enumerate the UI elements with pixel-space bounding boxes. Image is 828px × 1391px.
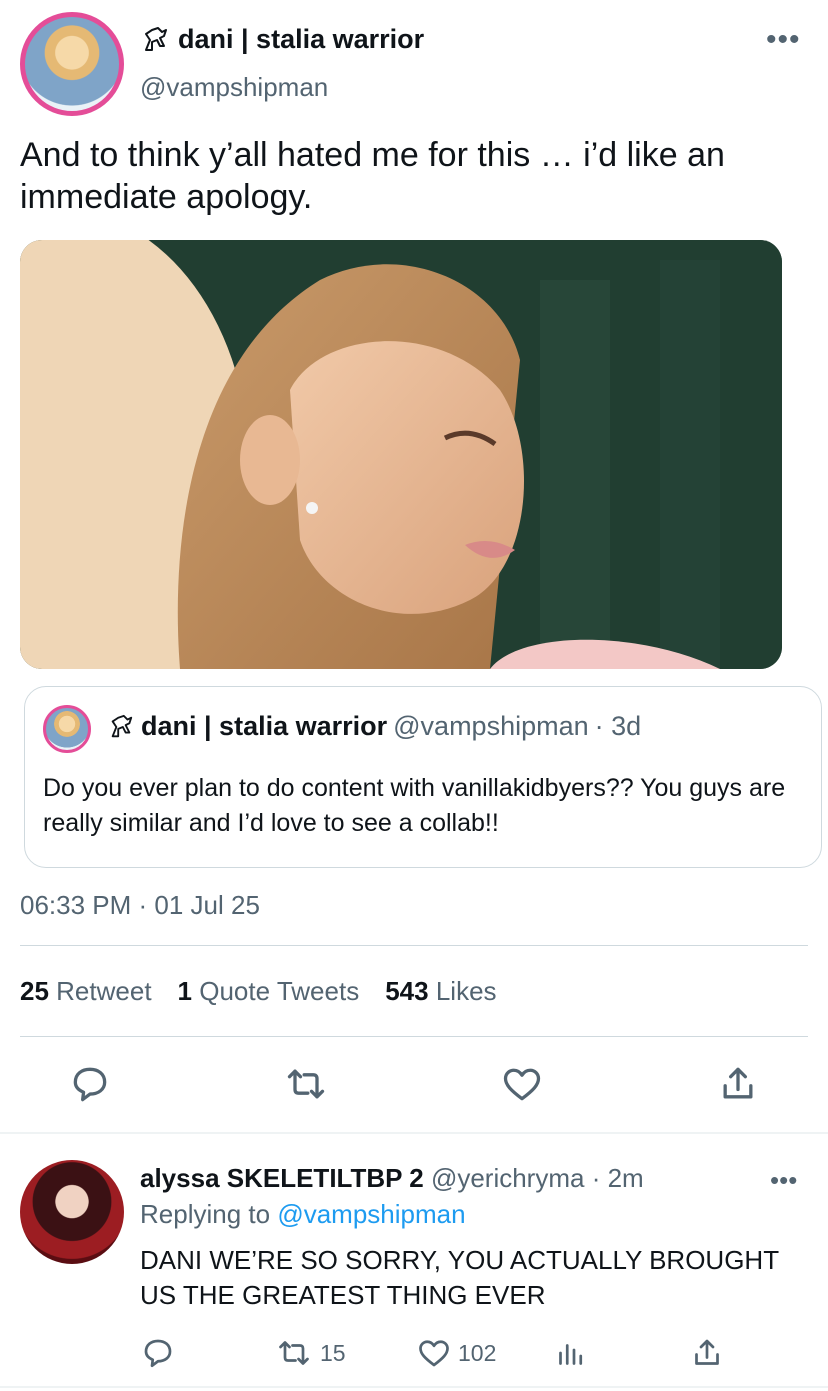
replying-to-link[interactable]: @vampshipman — [277, 1199, 465, 1229]
replying-prefix: Replying to — [140, 1199, 271, 1229]
reply-retweet-count: 15 — [320, 1340, 346, 1366]
author-display-name: dani | stalia warrior — [178, 24, 425, 54]
tweet-media-image[interactable] — [20, 240, 782, 669]
quotes-stat[interactable]: 1 Quote Tweets — [178, 976, 360, 1007]
share-icon[interactable] — [689, 1335, 725, 1371]
media-photo — [20, 240, 782, 669]
analytics-icon[interactable] — [553, 1335, 589, 1371]
reply-author-line[interactable]: alyssa SKELETILTBP 2 @yerichryma · 2m — [140, 1163, 644, 1194]
reply-handle: @yerichryma — [430, 1163, 585, 1193]
section-divider — [0, 1386, 828, 1388]
tweet-text: And to think y’all hated me for this … i… — [20, 136, 725, 216]
more-horizontal-icon[interactable]: ••• — [770, 1167, 797, 1193]
quoted-display-name: dani | stalia warrior — [141, 711, 388, 741]
reply-like-count: 102 — [458, 1340, 497, 1366]
quoted-author-line: dani | stalia warrior @vampshipman · 3d — [107, 711, 641, 742]
replying-to-line: Replying to @vampshipman — [140, 1199, 466, 1230]
horse-icon — [145, 26, 167, 51]
likes-stat[interactable]: 543 Likes — [385, 976, 496, 1007]
like-icon[interactable] — [416, 1335, 452, 1371]
horse-icon — [111, 714, 133, 737]
divider — [20, 945, 808, 946]
retweet-icon[interactable] — [276, 1335, 312, 1371]
reply-author-avatar[interactable] — [20, 1160, 124, 1264]
reply-text: DANI WE’RE SO SORRY, YOU ACTUALLY BROUGH… — [140, 1245, 779, 1310]
author-handle: @vampshipman — [140, 72, 329, 102]
retweets-stat[interactable]: 25 Retweet — [20, 976, 152, 1007]
reply-time: · 2m — [591, 1163, 644, 1193]
author-avatar[interactable] — [20, 12, 124, 116]
tweet-timestamp[interactable]: 06:33 PM · 01 Jul 25 — [20, 890, 260, 921]
share-icon[interactable] — [716, 1062, 760, 1106]
quoted-author-avatar — [43, 705, 91, 753]
retweet-icon[interactable] — [284, 1062, 328, 1106]
divider — [20, 1036, 808, 1037]
quoted-tweet-text: Do you ever plan to do content with vani… — [43, 774, 786, 837]
author-name-line[interactable]: dani | stalia warrior — [140, 24, 424, 55]
reply-icon[interactable] — [68, 1062, 112, 1106]
quoted-time: · 3d — [594, 711, 642, 741]
section-divider — [0, 1132, 828, 1134]
engagement-stats: 25 Retweet 1 Quote Tweets 543 Likes — [20, 976, 497, 1007]
like-icon[interactable] — [500, 1062, 544, 1106]
reply-icon[interactable] — [140, 1335, 176, 1371]
more-horizontal-icon[interactable]: ••• — [766, 25, 801, 55]
quoted-tweet-card[interactable]: dani | stalia warrior @vampshipman · 3d … — [24, 686, 822, 868]
quoted-handle: @vampshipman — [393, 711, 589, 741]
reply-display-name: alyssa SKELETILTBP 2 — [140, 1163, 424, 1193]
